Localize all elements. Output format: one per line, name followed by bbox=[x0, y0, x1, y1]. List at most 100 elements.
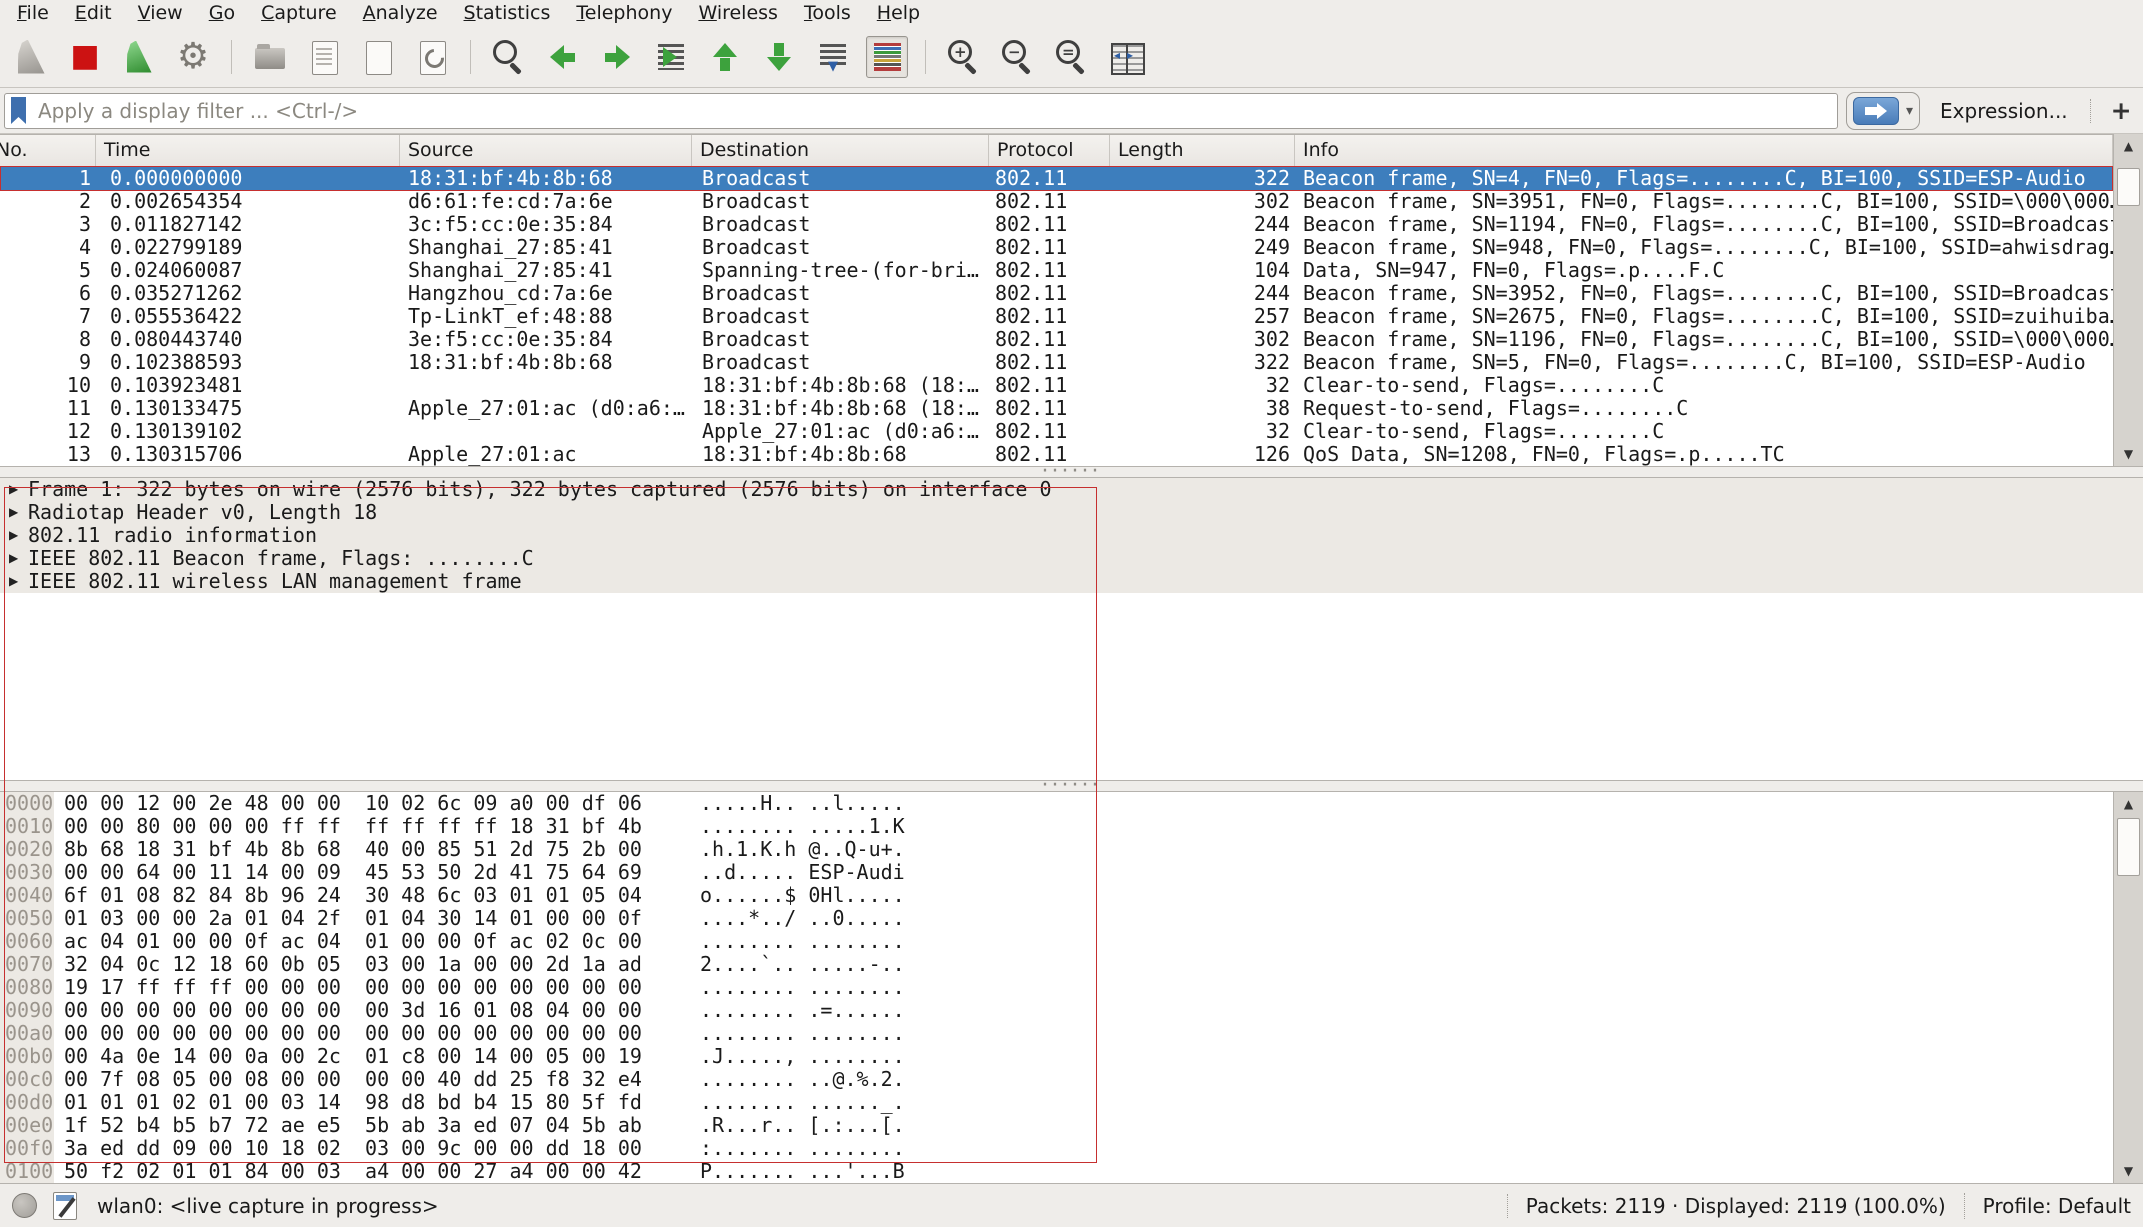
scrollbar-thumb[interactable] bbox=[2117, 168, 2140, 206]
expander-icon[interactable]: ▶ bbox=[0, 524, 28, 547]
hex-row[interactable]: 00f03a ed dd 09 00 10 18 02 03 00 9c 00 … bbox=[0, 1137, 2113, 1160]
detail-row[interactable]: ▶Radiotap Header v0, Length 18 bbox=[0, 501, 2143, 524]
stop-capture-icon[interactable]: ■ bbox=[64, 36, 106, 78]
apply-filter-button[interactable] bbox=[1853, 97, 1899, 125]
scroll-down-icon[interactable]: ▼ bbox=[2114, 1161, 2143, 1181]
expression-button[interactable]: Expression... bbox=[1940, 99, 2068, 123]
packet-row[interactable]: 110.130133475Apple_27:01:ac (d0:a6:…18:3… bbox=[0, 397, 2113, 420]
hex-scrollbar[interactable]: ▲ ▼ bbox=[2113, 792, 2143, 1183]
detail-row[interactable]: ▶IEEE 802.11 Beacon frame, Flags: ......… bbox=[0, 547, 2143, 570]
packet-row[interactable]: 80.0804437403e:f5:cc:0e:35:84Broadcast80… bbox=[0, 328, 2113, 351]
menu-statistics[interactable]: Statistics bbox=[451, 0, 564, 26]
reload-file-icon[interactable] bbox=[411, 36, 453, 78]
scroll-down-icon[interactable]: ▼ bbox=[2114, 444, 2143, 464]
menu-analyze[interactable]: Analyze bbox=[350, 0, 451, 26]
pane-splitter[interactable] bbox=[0, 780, 2143, 792]
pane-splitter[interactable] bbox=[0, 466, 2143, 478]
packet-list-scrollbar[interactable]: ▲ ▼ bbox=[2113, 134, 2143, 466]
expert-info-icon[interactable] bbox=[12, 1193, 37, 1218]
hex-row[interactable]: 001000 00 80 00 00 00 ff ff ff ff ff ff … bbox=[0, 815, 2113, 838]
hex-row[interactable]: 00d001 01 01 02 01 00 03 14 98 d8 bd b4 … bbox=[0, 1091, 2113, 1114]
start-capture-icon[interactable] bbox=[10, 36, 52, 78]
hex-row[interactable]: 00208b 68 18 31 bf 4b 8b 68 40 00 85 51 … bbox=[0, 838, 2113, 861]
hex-row[interactable]: 007032 04 0c 12 18 60 0b 05 03 00 1a 00 … bbox=[0, 953, 2113, 976]
restart-capture-icon[interactable] bbox=[118, 36, 160, 78]
packet-row[interactable]: 30.0118271423c:f5:cc:0e:35:84Broadcast80… bbox=[0, 213, 2113, 236]
go-first-packet-icon[interactable] bbox=[704, 36, 746, 78]
auto-scroll-icon[interactable] bbox=[812, 36, 854, 78]
packet-row[interactable]: 100.10392348118:31:bf:4b:8b:68 (18:…802.… bbox=[0, 374, 2113, 397]
expander-icon[interactable]: ▶ bbox=[0, 547, 28, 570]
hex-row[interactable]: 003000 00 64 00 11 14 00 09 45 53 50 2d … bbox=[0, 861, 2113, 884]
hex-row[interactable]: 00c000 7f 08 05 00 08 00 00 00 00 40 dd … bbox=[0, 1068, 2113, 1091]
packet-row[interactable]: 70.055536422Tp-LinkT_ef:48:88Broadcast80… bbox=[0, 305, 2113, 328]
scroll-up-icon[interactable]: ▲ bbox=[2114, 794, 2143, 814]
menu-file[interactable]: File bbox=[4, 0, 62, 26]
hex-row[interactable]: 000000 00 12 00 2e 48 00 00 10 02 6c 09 … bbox=[0, 792, 2113, 815]
packet-row[interactable]: 10.00000000018:31:bf:4b:8b:68Broadcast80… bbox=[0, 167, 2113, 190]
packet-row[interactable]: 90.10238859318:31:bf:4b:8b:68Broadcast80… bbox=[0, 351, 2113, 374]
packet-cell-source: Apple_27:01:ac (d0:a6:… bbox=[400, 397, 692, 420]
menu-wireless[interactable]: Wireless bbox=[685, 0, 791, 26]
column-header-source[interactable]: Source bbox=[400, 135, 692, 166]
packet-row[interactable]: 40.022799189Shanghai_27:85:41Broadcast80… bbox=[0, 236, 2113, 259]
hex-row[interactable]: 00b000 4a 0e 14 00 0a 00 2c 01 c8 00 14 … bbox=[0, 1045, 2113, 1068]
resize-columns-icon[interactable] bbox=[1105, 36, 1147, 78]
column-header-protocol[interactable]: Protocol bbox=[989, 135, 1110, 166]
column-header-no[interactable]: No. bbox=[0, 135, 96, 166]
profile-selector[interactable]: Profile: Default bbox=[1983, 1194, 2131, 1218]
menu-help[interactable]: Help bbox=[864, 0, 933, 26]
hex-row[interactable]: 00406f 01 08 82 84 8b 96 24 30 48 6c 03 … bbox=[0, 884, 2113, 907]
menu-telephony[interactable]: Telephony bbox=[563, 0, 685, 26]
scroll-up-icon[interactable]: ▲ bbox=[2114, 136, 2143, 156]
go-forward-icon[interactable] bbox=[596, 36, 638, 78]
column-header-info[interactable]: Info bbox=[1295, 135, 2113, 166]
zoom-in-icon[interactable]: + bbox=[943, 36, 985, 78]
go-to-packet-icon[interactable] bbox=[650, 36, 692, 78]
packet-row[interactable]: 120.130139102Apple_27:01:ac (d0:a6:…802.… bbox=[0, 420, 2113, 443]
menu-tools[interactable]: Tools bbox=[791, 0, 864, 26]
colorize-packets-icon[interactable] bbox=[866, 36, 908, 78]
hex-row[interactable]: 008019 17 ff ff ff 00 00 00 00 00 00 00 … bbox=[0, 976, 2113, 999]
menu-go[interactable]: Go bbox=[196, 0, 248, 26]
detail-row[interactable]: ▶802.11 radio information bbox=[0, 524, 2143, 547]
packet-cell-destination: Apple_27:01:ac (d0:a6:… bbox=[692, 420, 989, 443]
hex-row[interactable]: 00a000 00 00 00 00 00 00 00 00 00 00 00 … bbox=[0, 1022, 2113, 1045]
packet-row[interactable]: 50.024060087Shanghai_27:85:41Spanning-tr… bbox=[0, 259, 2113, 282]
hex-row[interactable]: 009000 00 00 00 00 00 00 00 00 3d 16 01 … bbox=[0, 999, 2113, 1022]
hex-row[interactable]: 00e01f 52 b4 b5 b7 72 ae e5 5b ab 3a ed … bbox=[0, 1114, 2113, 1137]
menu-edit[interactable]: Edit bbox=[62, 0, 125, 26]
expander-icon[interactable]: ▶ bbox=[0, 570, 28, 593]
column-header-length[interactable]: Length bbox=[1110, 135, 1295, 166]
go-last-packet-icon[interactable] bbox=[758, 36, 800, 78]
packet-cell-time: 0.080443740 bbox=[96, 328, 400, 351]
scrollbar-thumb[interactable] bbox=[2117, 818, 2140, 876]
hex-offset: 00b0 bbox=[0, 1045, 54, 1068]
hex-row[interactable]: 005001 03 00 00 2a 01 04 2f 01 04 30 14 … bbox=[0, 907, 2113, 930]
menu-capture[interactable]: Capture bbox=[248, 0, 350, 26]
packet-row[interactable]: 20.002654354d6:61:fe:cd:7a:6eBroadcast80… bbox=[0, 190, 2113, 213]
save-file-icon[interactable] bbox=[303, 36, 345, 78]
detail-row[interactable]: ▶IEEE 802.11 wireless LAN management fra… bbox=[0, 570, 2143, 593]
hex-row[interactable]: 010050 f2 02 01 01 84 00 03 a4 00 00 27 … bbox=[0, 1160, 2113, 1183]
capture-comment-icon[interactable] bbox=[53, 1192, 77, 1220]
hex-row[interactable]: 0060ac 04 01 00 00 0f ac 04 01 00 00 0f … bbox=[0, 930, 2113, 953]
add-filter-button[interactable]: + bbox=[2111, 96, 2132, 125]
close-file-icon[interactable]: × bbox=[357, 36, 399, 78]
detail-row[interactable]: ▶Frame 1: 322 bytes on wire (2576 bits),… bbox=[0, 478, 2143, 501]
filter-bookmark-icon[interactable] bbox=[11, 97, 26, 124]
packet-row[interactable]: 60.035271262Hangzhou_cd:7a:6eBroadcast80… bbox=[0, 282, 2113, 305]
zoom-out-icon[interactable]: − bbox=[997, 36, 1039, 78]
display-filter-input[interactable]: Apply a display filter ... <Ctrl-/> bbox=[4, 93, 1838, 129]
expander-icon[interactable]: ▶ bbox=[0, 501, 28, 524]
find-packet-icon[interactable] bbox=[488, 36, 530, 78]
expander-icon[interactable]: ▶ bbox=[0, 478, 28, 501]
zoom-reset-icon[interactable]: = bbox=[1051, 36, 1093, 78]
column-header-time[interactable]: Time bbox=[96, 135, 400, 166]
go-back-icon[interactable] bbox=[542, 36, 584, 78]
column-header-destination[interactable]: Destination bbox=[692, 135, 989, 166]
open-file-icon[interactable] bbox=[249, 36, 291, 78]
capture-options-icon[interactable]: ⚙ bbox=[172, 36, 214, 78]
filter-history-caret-icon[interactable]: ▾ bbox=[1906, 103, 1913, 119]
menu-view[interactable]: View bbox=[125, 0, 196, 26]
